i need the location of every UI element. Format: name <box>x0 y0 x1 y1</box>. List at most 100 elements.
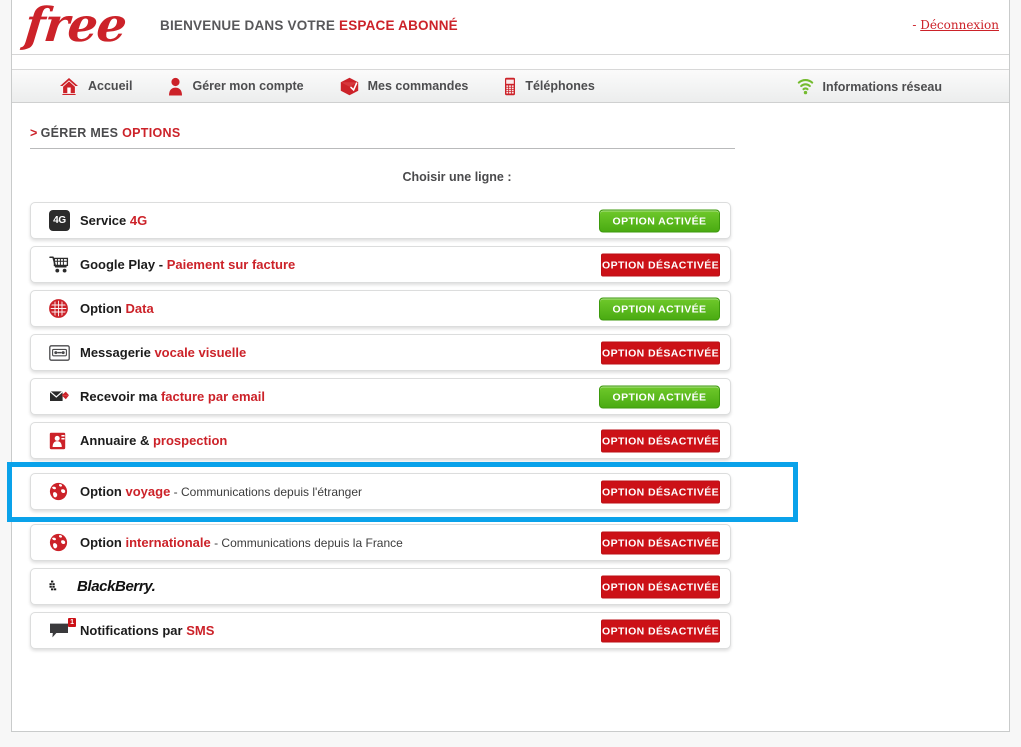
option-status-button-messagerie[interactable]: OPTION DÉSACTIVÉE <box>601 341 720 364</box>
option-row-wrapper-blackberry: BlackBerry. OPTION DÉSACTIVÉE <box>30 565 760 609</box>
option-label-red: 4G <box>129 213 148 228</box>
option-status-button-blackberry[interactable]: OPTION DÉSACTIVÉE <box>601 575 720 598</box>
option-status-button-option-voyage[interactable]: OPTION DÉSACTIVÉE <box>601 480 720 503</box>
blackberry-wordmark: BlackBerry. <box>77 578 156 595</box>
option-label-red: voyage <box>125 484 171 499</box>
option-label-annuaire: Annuaire & prospection <box>80 433 227 448</box>
option-status-button-option-data[interactable]: OPTION ACTIVÉE <box>599 297 720 320</box>
main-nav: Accueil Gérer mon compte Mes commandes T… <box>12 70 1009 103</box>
notification-badge: 1 <box>68 618 76 627</box>
free-logo[interactable]: free <box>22 0 129 53</box>
option-status-button-option-internationale[interactable]: OPTION DÉSACTIVÉE <box>601 531 720 554</box>
wifi-icon <box>797 78 814 95</box>
option-row-wrapper-facture-email: Recevoir ma facture par email OPTION ACT… <box>30 375 760 419</box>
option-label-red: Data <box>125 301 154 316</box>
option-label-option-internationale: Option internationale - Communications d… <box>80 535 403 550</box>
option-label-red: vocale visuelle <box>154 345 247 360</box>
welcome-banner: BIENVENUE DANS VOTRE ESPACE ABONNÉ <box>160 18 458 33</box>
breadcrumb-prefix: GÉRER MES <box>40 126 123 140</box>
4g-icon: 4G <box>49 210 73 231</box>
directory-book-icon <box>49 432 73 450</box>
option-label-option-voyage: Option voyage - Communications depuis l'… <box>80 484 362 499</box>
option-label-red: SMS <box>186 623 215 638</box>
option-label-bold: Option <box>80 484 126 499</box>
option-status-button-annuaire[interactable]: OPTION DÉSACTIVÉE <box>601 429 720 452</box>
option-label-sub: - Communications depuis l'étranger <box>170 485 363 499</box>
option-label-google-play: Google Play - Paiement sur facture <box>80 257 295 272</box>
option-row-option-internationale[interactable]: Option internationale - Communications d… <box>30 524 731 561</box>
option-label-bold: Annuaire & <box>80 433 153 448</box>
option-label-bold: Option <box>80 535 126 550</box>
option-label-bold: Messagerie <box>80 345 155 360</box>
option-label-notifications-sms: Notifications par SMS <box>80 623 214 638</box>
option-label-option-data: Option Data <box>80 301 154 316</box>
speech-bubble-icon: 1 <box>49 618 76 639</box>
option-row-google-play[interactable]: Google Play - Paiement sur facture OPTIO… <box>30 246 731 283</box>
option-label-red: Paiement sur facture <box>166 257 296 272</box>
option-label-bold: Google Play - <box>80 257 167 272</box>
option-row-wrapper-option-data: Option Data OPTION ACTIVÉE <box>30 287 760 331</box>
blackberry-logo-icon <box>49 580 73 594</box>
envelope-icon <box>49 389 73 404</box>
app-page: free BIENVENUE DANS VOTRE ESPACE ABONNÉ … <box>0 0 1021 747</box>
option-row-wrapper-notifications-sms: 1 Notifications par SMS OPTION DÉSACTIVÉ… <box>30 609 760 653</box>
globe-grid-icon <box>49 299 73 318</box>
option-row-service-4g[interactable]: 4G Service 4G OPTION ACTIVÉE <box>30 202 731 239</box>
welcome-prefix: BIENVENUE DANS VOTRE <box>160 18 339 33</box>
home-icon <box>59 77 79 96</box>
header-strip <box>12 55 1009 70</box>
nav-label-gerer-mon-compte: Gérer mon compte <box>192 79 304 93</box>
nav-label-accueil: Accueil <box>88 79 133 93</box>
option-status-button-facture-email[interactable]: OPTION ACTIVÉE <box>599 385 720 408</box>
option-row-wrapper-option-internationale: Option internationale - Communications d… <box>30 521 760 565</box>
option-row-annuaire[interactable]: Annuaire & prospection OPTION DÉSACTIVÉE <box>30 422 731 459</box>
site-header: free BIENVENUE DANS VOTRE ESPACE ABONNÉ … <box>12 0 1009 55</box>
option-row-option-data[interactable]: Option Data OPTION ACTIVÉE <box>30 290 731 327</box>
breadcrumb-current: OPTIONS <box>122 126 181 140</box>
option-status-button-notifications-sms[interactable]: OPTION DÉSACTIVÉE <box>601 619 720 642</box>
breadcrumb-arrow-icon: > <box>30 126 38 140</box>
option-row-messagerie[interactable]: Messagerie vocale visuelle OPTION DÉSACT… <box>30 334 731 371</box>
option-label-bold: Notifications par <box>80 623 187 638</box>
nav-item-informations-reseau[interactable]: Informations réseau <box>797 70 942 103</box>
option-row-wrapper-annuaire: Annuaire & prospection OPTION DÉSACTIVÉE <box>30 419 760 463</box>
option-label-sub: - Communications depuis la France <box>210 536 403 550</box>
option-status-button-service-4g[interactable]: OPTION ACTIVÉE <box>599 209 720 232</box>
choose-line-label: Choisir une ligne : <box>402 170 512 184</box>
option-row-option-voyage[interactable]: Option voyage - Communications depuis l'… <box>30 473 731 510</box>
mobile-phone-icon <box>504 77 516 96</box>
nav-item-telephones[interactable]: Téléphones <box>504 77 595 96</box>
nav-item-accueil[interactable]: Accueil <box>59 77 132 96</box>
option-label-bold: Option <box>80 301 126 316</box>
option-row-facture-email[interactable]: Recevoir ma facture par email OPTION ACT… <box>30 378 731 415</box>
shopping-cart-icon <box>49 255 73 274</box>
cassette-tape-icon <box>49 344 73 361</box>
option-label-facture-email: Recevoir ma facture par email <box>80 389 265 404</box>
globe-world-icon <box>49 482 73 501</box>
nav-label-mes-commandes: Mes commandes <box>367 79 469 93</box>
option-row-wrapper-option-voyage: Option voyage - Communications depuis l'… <box>7 462 798 522</box>
option-label-messagerie: Messagerie vocale visuelle <box>80 345 246 360</box>
option-row-wrapper-messagerie: Messagerie vocale visuelle OPTION DÉSACT… <box>30 331 760 375</box>
option-status-button-google-play[interactable]: OPTION DÉSACTIVÉE <box>601 253 720 276</box>
package-icon <box>340 77 359 96</box>
option-label-bold: Service <box>80 213 130 228</box>
option-label-bold: Recevoir ma <box>80 389 161 404</box>
welcome-highlight: ESPACE ABONNÉ <box>338 18 458 33</box>
logout-container: - Déconnexion <box>912 18 999 32</box>
person-icon <box>168 77 183 96</box>
option-label-red: facture par email <box>160 389 265 404</box>
option-row-wrapper-service-4g: 4G Service 4G OPTION ACTIVÉE <box>30 199 760 243</box>
nav-label-informations-reseau: Informations réseau <box>822 79 942 94</box>
nav-item-mes-commandes[interactable]: Mes commandes <box>340 77 469 96</box>
option-row-notifications-sms[interactable]: 1 Notifications par SMS OPTION DÉSACTIVÉ… <box>30 612 731 649</box>
app-shell: free BIENVENUE DANS VOTRE ESPACE ABONNÉ … <box>7 0 1010 732</box>
nav-item-gerer-mon-compte[interactable]: Gérer mon compte <box>168 77 304 96</box>
option-label-red: prospection <box>152 433 228 448</box>
option-row-blackberry[interactable]: BlackBerry. OPTION DÉSACTIVÉE <box>30 568 731 605</box>
option-label-service-4g: Service 4G <box>80 213 147 228</box>
option-row-wrapper-google-play: Google Play - Paiement sur facture OPTIO… <box>30 243 760 287</box>
globe-world-icon <box>49 533 73 552</box>
logout-link[interactable]: Déconnexion <box>920 18 999 32</box>
breadcrumb: > GÉRER MES OPTIONS <box>30 126 735 149</box>
